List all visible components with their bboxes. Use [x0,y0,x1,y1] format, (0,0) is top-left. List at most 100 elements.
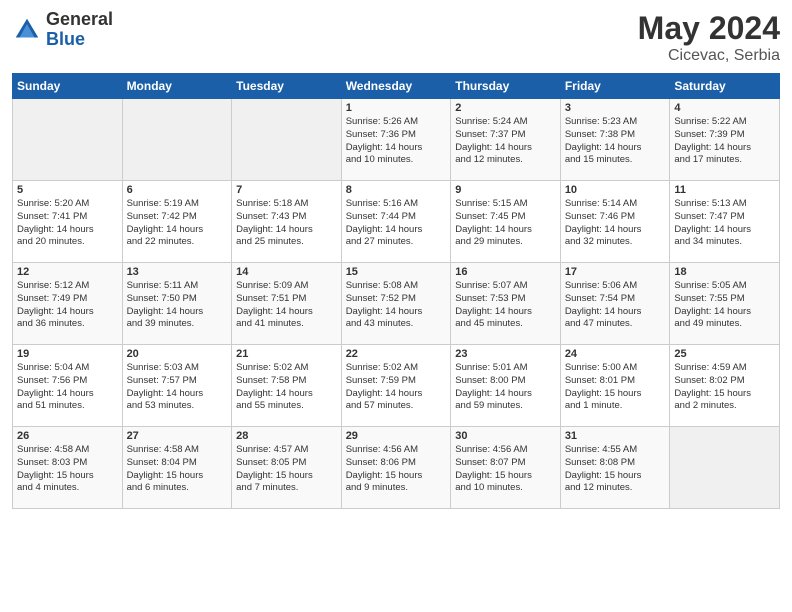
calendar-cell: 10Sunrise: 5:14 AM Sunset: 7:46 PM Dayli… [560,181,670,263]
calendar-table: Sunday Monday Tuesday Wednesday Thursday… [12,73,780,509]
day-info: Sunrise: 5:04 AM Sunset: 7:56 PM Dayligh… [17,362,118,413]
day-number: 4 [674,102,775,114]
calendar-cell: 12Sunrise: 5:12 AM Sunset: 7:49 PM Dayli… [13,263,123,345]
day-number: 10 [565,184,666,196]
calendar-cell: 3Sunrise: 5:23 AM Sunset: 7:38 PM Daylig… [560,99,670,181]
day-info: Sunrise: 5:11 AM Sunset: 7:50 PM Dayligh… [127,280,228,331]
calendar-cell: 4 Sunrise: 5:22 AM Sunset: 7:39 PM Daylig… [670,99,780,181]
calendar-cell [670,427,780,509]
calendar-body: 1 Sunrise: 5:26 AM Sunset: 7:36 PM Daylig… [13,99,780,509]
day-info: Sunrise: 5:02 AM Sunset: 7:58 PM Dayligh… [236,362,337,413]
calendar-cell: 15 Sunrise: 5:08 AM Sunset: 7:52 PM Dayli… [341,263,451,345]
day-info: Sunrise: 5:08 AM Sunset: 7:52 PM Dayligh… [346,280,447,331]
title-section: May 2024 Cicevac, Serbia [638,10,780,65]
day-info: Sunrise: 4:58 AM Sunset: 8:03 PM Dayligh… [17,444,118,495]
day-number: 3 [565,102,666,114]
day-number: 17 [565,266,666,278]
day-info: Sunrise: 5:02 AM Sunset: 7:59 PM Dayligh… [346,362,447,413]
day-number: 29 [346,430,447,442]
day-info: Sunrise: 5:07 AM Sunset: 7:53 PM Dayligh… [455,280,556,331]
header-monday: Monday [122,74,232,99]
day-info: Sunrise: 5:16 AM Sunset: 7:44 PM Dayligh… [346,198,447,249]
day-info: Sunrise: 5:26 AM Sunset: 7:36 PM Dayligh… [346,116,447,167]
day-number: 31 [565,430,666,442]
day-info: Sunrise: 5:13 AM Sunset: 7:47 PM Dayligh… [674,198,775,249]
day-info: Sunrise: 5:05 AM Sunset: 7:55 PM Dayligh… [674,280,775,331]
header-wednesday: Wednesday [341,74,451,99]
calendar-week-5: 26 Sunrise: 4:58 AM Sunset: 8:03 PM Dayli… [13,427,780,509]
header-thursday: Thursday [451,74,561,99]
calendar-week-3: 12Sunrise: 5:12 AM Sunset: 7:49 PM Dayli… [13,263,780,345]
calendar-cell [232,99,342,181]
day-info: Sunrise: 5:03 AM Sunset: 7:57 PM Dayligh… [127,362,228,413]
day-info: Sunrise: 5:00 AM Sunset: 8:01 PM Dayligh… [565,362,666,413]
logo-blue-text: Blue [46,30,113,50]
logo-text: General Blue [46,10,113,50]
day-number: 7 [236,184,337,196]
month-year: May 2024 [638,10,780,47]
calendar-cell: 22 Sunrise: 5:02 AM Sunset: 7:59 PM Dayli… [341,345,451,427]
header-saturday: Saturday [670,74,780,99]
day-number: 13 [127,266,228,278]
day-number: 23 [455,348,556,360]
calendar-cell: 27Sunrise: 4:58 AM Sunset: 8:04 PM Dayli… [122,427,232,509]
calendar-cell: 7 Sunrise: 5:18 AM Sunset: 7:43 PM Daylig… [232,181,342,263]
day-number: 11 [674,184,775,196]
day-info: Sunrise: 5:19 AM Sunset: 7:42 PM Dayligh… [127,198,228,249]
day-number: 15 [346,266,447,278]
logo: General Blue [12,10,113,50]
day-number: 5 [17,184,118,196]
day-number: 28 [236,430,337,442]
calendar-cell: 6 Sunrise: 5:19 AM Sunset: 7:42 PM Daylig… [122,181,232,263]
calendar-cell: 31 Sunrise: 4:55 AM Sunset: 8:08 PM Dayli… [560,427,670,509]
day-number: 9 [455,184,556,196]
day-number: 14 [236,266,337,278]
calendar-header: Sunday Monday Tuesday Wednesday Thursday… [13,74,780,99]
calendar-cell: 21 Sunrise: 5:02 AM Sunset: 7:58 PM Dayli… [232,345,342,427]
day-info: Sunrise: 4:55 AM Sunset: 8:08 PM Dayligh… [565,444,666,495]
calendar-cell: 13 Sunrise: 5:11 AM Sunset: 7:50 PM Dayli… [122,263,232,345]
calendar-week-4: 19 Sunrise: 5:04 AM Sunset: 7:56 PM Dayli… [13,345,780,427]
calendar-cell: 11 Sunrise: 5:13 AM Sunset: 7:47 PM Dayli… [670,181,780,263]
calendar-cell: 16 Sunrise: 5:07 AM Sunset: 7:53 PM Dayli… [451,263,561,345]
day-info: Sunrise: 5:09 AM Sunset: 7:51 PM Dayligh… [236,280,337,331]
calendar-cell: 30Sunrise: 4:56 AM Sunset: 8:07 PM Dayli… [451,427,561,509]
day-info: Sunrise: 4:56 AM Sunset: 8:06 PM Dayligh… [346,444,447,495]
day-number: 20 [127,348,228,360]
day-number: 26 [17,430,118,442]
header-tuesday: Tuesday [232,74,342,99]
calendar-week-2: 5 Sunrise: 5:20 AM Sunset: 7:41 PM Daylig… [13,181,780,263]
calendar-cell: 17Sunrise: 5:06 AM Sunset: 7:54 PM Dayli… [560,263,670,345]
calendar-cell: 2Sunrise: 5:24 AM Sunset: 7:37 PM Daylig… [451,99,561,181]
day-info: Sunrise: 5:22 AM Sunset: 7:39 PM Dayligh… [674,116,775,167]
calendar-cell: 28 Sunrise: 4:57 AM Sunset: 8:05 PM Dayli… [232,427,342,509]
location: Cicevac, Serbia [638,47,780,65]
day-info: Sunrise: 5:15 AM Sunset: 7:45 PM Dayligh… [455,198,556,249]
day-number: 18 [674,266,775,278]
day-info: Sunrise: 5:01 AM Sunset: 8:00 PM Dayligh… [455,362,556,413]
day-info: Sunrise: 4:57 AM Sunset: 8:05 PM Dayligh… [236,444,337,495]
days-header-row: Sunday Monday Tuesday Wednesday Thursday… [13,74,780,99]
day-number: 19 [17,348,118,360]
calendar-cell: 23 Sunrise: 5:01 AM Sunset: 8:00 PM Dayli… [451,345,561,427]
day-number: 16 [455,266,556,278]
day-info: Sunrise: 4:59 AM Sunset: 8:02 PM Dayligh… [674,362,775,413]
day-number: 6 [127,184,228,196]
header-friday: Friday [560,74,670,99]
day-number: 12 [17,266,118,278]
calendar-cell: 19 Sunrise: 5:04 AM Sunset: 7:56 PM Dayli… [13,345,123,427]
day-info: Sunrise: 5:24 AM Sunset: 7:37 PM Dayligh… [455,116,556,167]
day-number: 1 [346,102,447,114]
day-info: Sunrise: 5:18 AM Sunset: 7:43 PM Dayligh… [236,198,337,249]
day-info: Sunrise: 5:20 AM Sunset: 7:41 PM Dayligh… [17,198,118,249]
calendar-cell: 20 Sunrise: 5:03 AM Sunset: 7:57 PM Dayli… [122,345,232,427]
calendar-cell: 5 Sunrise: 5:20 AM Sunset: 7:41 PM Daylig… [13,181,123,263]
calendar-cell: 29 Sunrise: 4:56 AM Sunset: 8:06 PM Dayli… [341,427,451,509]
calendar-cell: 14 Sunrise: 5:09 AM Sunset: 7:51 PM Dayli… [232,263,342,345]
calendar-cell: 25Sunrise: 4:59 AM Sunset: 8:02 PM Dayli… [670,345,780,427]
calendar-cell: 26 Sunrise: 4:58 AM Sunset: 8:03 PM Dayli… [13,427,123,509]
day-number: 8 [346,184,447,196]
calendar-cell [122,99,232,181]
day-number: 21 [236,348,337,360]
day-number: 22 [346,348,447,360]
